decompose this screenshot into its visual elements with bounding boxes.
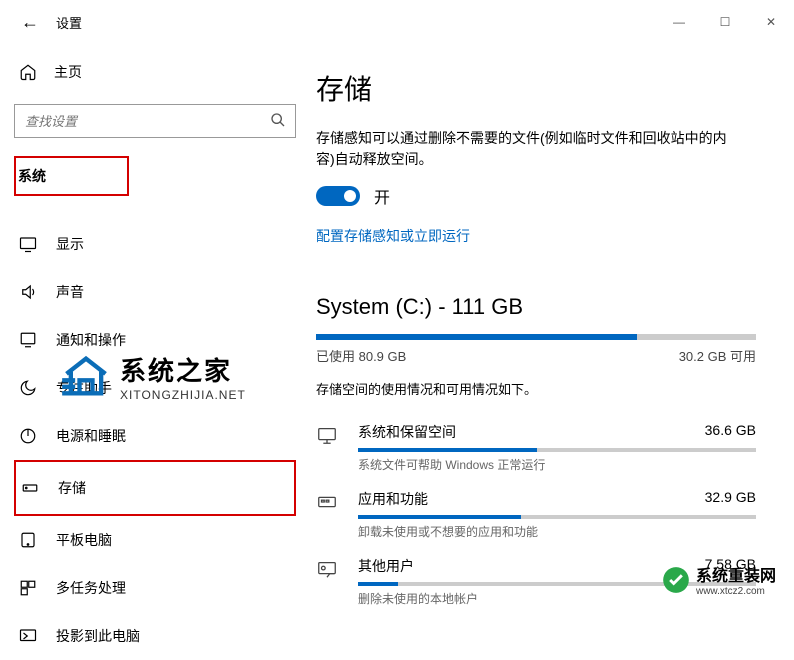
minimize-button[interactable]: —: [656, 6, 702, 38]
sidebar-item-storage[interactable]: 存储: [14, 460, 296, 516]
sidebar-item-tablet[interactable]: 平板电脑: [0, 516, 310, 564]
close-button[interactable]: ✕: [748, 6, 794, 38]
sidebar-item-notifications[interactable]: 通知和操作: [0, 316, 310, 364]
sidebar-item-sound[interactable]: 声音: [0, 268, 310, 316]
category-bar: [358, 515, 756, 519]
category-name: 应用和功能: [358, 489, 428, 509]
category-icon: [316, 558, 340, 580]
category-icon: [316, 424, 340, 446]
sidebar-item-label: 专注助手: [56, 378, 112, 398]
sidebar: 主页 系统 显示 声音 通知和操作 专注助手: [0, 44, 310, 615]
category-name: 其他用户: [358, 556, 414, 576]
tablet-icon: [18, 531, 38, 549]
category-bar: [358, 582, 756, 586]
multitask-icon: [18, 579, 38, 597]
category-subtitle: 卸载未使用或不想要的应用和功能: [358, 523, 756, 540]
notification-icon: [18, 331, 38, 349]
sidebar-item-label: 存储: [58, 478, 86, 498]
sidebar-home[interactable]: 主页: [0, 52, 310, 92]
toggle-label: 开: [374, 184, 390, 208]
display-icon: [18, 235, 38, 253]
drive-free-label: 30.2 GB 可用: [679, 346, 756, 365]
sidebar-item-power[interactable]: 电源和睡眠: [0, 412, 310, 460]
drive-usage-fill: [316, 334, 637, 340]
maximize-button[interactable]: ☐: [702, 6, 748, 38]
sidebar-item-focus[interactable]: 专注助手: [0, 364, 310, 412]
category-subtitle: 删除未使用的本地帐户: [358, 590, 756, 607]
focus-icon: [18, 379, 38, 397]
category-subtitle: 系统文件可帮助 Windows 正常运行: [358, 456, 756, 473]
drive-usage-bar: [316, 334, 756, 340]
sidebar-item-label: 电源和睡眠: [56, 426, 126, 446]
category-icon: [316, 491, 340, 513]
sound-icon: [18, 283, 38, 301]
home-icon: [18, 63, 38, 81]
drive-title: System (C:) - 111 GB: [316, 294, 764, 320]
configure-storage-sense-link[interactable]: 配置存储感知或立即运行: [316, 226, 764, 246]
search-icon: [270, 112, 286, 128]
drive-used-label: 已使用 80.9 GB: [316, 346, 406, 365]
storage-category-row[interactable]: 其他用户 7.58 GB 删除未使用的本地帐户: [316, 548, 756, 615]
sidebar-item-label: 多任务处理: [56, 578, 126, 598]
category-size: 32.9 GB: [705, 489, 756, 509]
search-input[interactable]: [14, 104, 296, 138]
storage-category-row[interactable]: 系统和保留空间 36.6 GB 系统文件可帮助 Windows 正常运行: [316, 414, 756, 481]
category-bar: [358, 448, 756, 452]
project-icon: [18, 627, 38, 645]
category-size: 7.58 GB: [705, 556, 756, 576]
sidebar-item-multitask[interactable]: 多任务处理: [0, 564, 310, 612]
power-icon: [18, 427, 38, 445]
window-title: 设置: [56, 13, 82, 32]
sidebar-item-display[interactable]: 显示: [0, 220, 310, 268]
sidebar-item-label: 显示: [56, 234, 84, 254]
storage-icon: [20, 479, 40, 497]
main-content: 存储 存储感知可以通过删除不需要的文件(例如临时文件和回收站中的内容)自动释放空…: [310, 44, 794, 615]
sidebar-item-label: 通知和操作: [56, 330, 126, 350]
sidebar-home-label: 主页: [54, 62, 82, 82]
sidebar-item-label: 平板电脑: [56, 530, 112, 550]
sidebar-item-label: 投影到此电脑: [56, 626, 140, 646]
storage-sense-toggle[interactable]: [316, 186, 360, 206]
sidebar-item-label: 声音: [56, 282, 84, 302]
page-title: 存储: [316, 68, 764, 108]
back-button[interactable]: ←: [10, 2, 50, 42]
category-size: 36.6 GB: [705, 422, 756, 442]
storage-category-row[interactable]: 应用和功能 32.9 GB 卸载未使用或不想要的应用和功能: [316, 481, 756, 548]
storage-sense-description: 存储感知可以通过删除不需要的文件(例如临时文件和回收站中的内容)自动释放空间。: [316, 128, 736, 170]
category-name: 系统和保留空间: [358, 422, 456, 442]
sidebar-item-project[interactable]: 投影到此电脑: [0, 612, 310, 660]
sidebar-section-system: 系统: [14, 156, 129, 196]
drive-breakdown-description: 存储空间的使用情况和可用情况如下。: [316, 379, 764, 398]
